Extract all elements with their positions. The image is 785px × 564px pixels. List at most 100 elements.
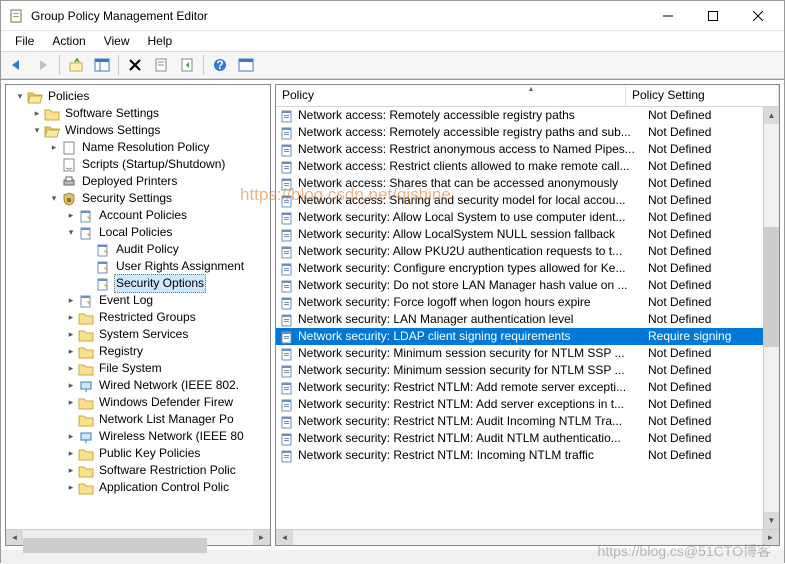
tree-item[interactable]: User Rights Assignment [6,258,270,275]
tree-item[interactable]: ▸Registry [6,343,270,360]
expand-toggle-icon[interactable]: ▸ [63,428,79,445]
tree-view[interactable]: ▾Policies▸Software Settings▾Windows Sett… [6,85,270,545]
policy-row[interactable]: Network access: Remotely accessible regi… [276,124,779,141]
expand-toggle-icon[interactable]: ▸ [63,377,79,394]
up-level-button[interactable] [64,53,88,77]
column-setting[interactable]: Policy Setting [626,85,779,106]
policy-row[interactable]: Network access: Shares that can be acces… [276,175,779,192]
policy-row[interactable]: Network security: Force logoff when logo… [276,294,779,311]
tree-item[interactable]: ▸Wireless Network (IEEE 80 [6,428,270,445]
policy-row[interactable]: Network security: Restrict NTLM: Add ser… [276,396,779,413]
tree-item[interactable]: ▾Security Settings [6,190,270,207]
scroll-right-icon[interactable]: ► [253,530,270,545]
tree-item[interactable]: ▸ Windows Defender Firew [6,394,270,411]
policy-row[interactable]: Network access: Remotely accessible regi… [276,107,779,124]
expand-toggle-icon[interactable]: ▸ [63,360,79,377]
tree-item[interactable]: ▾Local Policies [6,224,270,241]
policy-row[interactable]: Network security: Restrict NTLM: Add rem… [276,379,779,396]
show-tree-button[interactable] [90,53,114,77]
close-button[interactable] [735,1,780,30]
tree-item[interactable]: ▸System Services [6,326,270,343]
maximize-button[interactable] [690,1,735,30]
tree-h-scrollbar[interactable]: ◄ ► [6,529,270,545]
delete-button[interactable] [123,53,147,77]
menu-view[interactable]: View [96,32,138,50]
separator-icon [59,55,60,75]
forward-button[interactable] [31,53,55,77]
tree-item[interactable]: Audit Policy [6,241,270,258]
menu-help[interactable]: Help [140,32,181,50]
tree-item[interactable]: ▸Restricted Groups [6,309,270,326]
expand-toggle-icon[interactable]: ▸ [63,326,79,343]
tree-item[interactable]: ▸Event Log [6,292,270,309]
tree-item[interactable]: ▸Public Key Policies [6,445,270,462]
minimize-button[interactable] [645,1,690,30]
policy-row[interactable]: Network access: Restrict anonymous acces… [276,141,779,158]
expand-toggle-icon[interactable]: ▸ [63,292,79,309]
policy-row[interactable]: Network security: Minimum session securi… [276,345,779,362]
policy-row[interactable]: Network security: LAN Manager authentica… [276,311,779,328]
policy-row[interactable]: Network security: Restrict NTLM: Incomin… [276,447,779,464]
policy-row[interactable]: Network security: Allow PKU2U authentica… [276,243,779,260]
help-button[interactable]: ? [208,53,232,77]
policy-name: Network security: Minimum session securi… [298,362,642,379]
scroll-down-icon[interactable]: ▼ [764,512,779,529]
menu-file[interactable]: File [7,32,42,50]
expand-toggle-icon[interactable]: ▾ [29,122,45,139]
expand-toggle-icon[interactable]: ▾ [46,190,62,207]
doc-icon [61,140,77,156]
list-v-scrollbar[interactable]: ▲ ▼ [763,107,779,529]
policy-row[interactable]: Network security: Restrict NTLM: Audit I… [276,413,779,430]
expand-toggle-icon[interactable]: ▸ [63,462,79,479]
properties-button[interactable] [149,53,173,77]
scroll-right-icon[interactable]: ► [762,530,779,545]
expand-toggle-icon[interactable]: ▸ [63,309,79,326]
policy-row[interactable]: Network security: Restrict NTLM: Audit N… [276,430,779,447]
tree-item[interactable]: ▸Name Resolution Policy [6,139,270,156]
list-h-scrollbar[interactable]: ◄ ► [276,529,779,545]
expand-toggle-icon[interactable]: ▸ [63,445,79,462]
scroll-thumb[interactable] [764,227,779,347]
back-button[interactable] [5,53,29,77]
expand-toggle-icon[interactable]: ▸ [63,207,79,224]
filter-button[interactable] [234,53,258,77]
tree-item[interactable]: ▸Software Settings [6,105,270,122]
menu-action[interactable]: Action [44,32,93,50]
tree-item[interactable]: Deployed Printers [6,173,270,190]
policy-row[interactable]: Network security: Configure encryption t… [276,260,779,277]
expand-toggle-icon[interactable]: ▸ [29,105,45,122]
policy-row[interactable]: Network security: Do not store LAN Manag… [276,277,779,294]
scroll-thumb[interactable] [23,538,207,553]
tree-label: Windows Defender Firew [97,394,235,411]
policy-row[interactable]: Network access: Restrict clients allowed… [276,158,779,175]
list-view[interactable]: Network access: Remotely accessible regi… [276,107,779,545]
scroll-left-icon[interactable]: ◄ [6,530,23,545]
policy-row[interactable]: Network security: Allow Local System to … [276,209,779,226]
tree-item[interactable]: ▸Account Policies [6,207,270,224]
export-button[interactable] [175,53,199,77]
tree-item[interactable]: ▾Policies [6,88,270,105]
expand-toggle-icon[interactable]: ▸ [46,139,62,156]
tree-item[interactable]: ▸File System [6,360,270,377]
tree-item[interactable]: Network List Manager Po [6,411,270,428]
policy-row[interactable]: Network access: Sharing and security mod… [276,192,779,209]
expand-toggle-icon[interactable]: ▸ [63,394,79,411]
policy-row[interactable]: Network security: Allow LocalSystem NULL… [276,226,779,243]
tree-item[interactable]: ▸Software Restriction Polic [6,462,270,479]
tree-item[interactable]: Scripts (Startup/Shutdown) [6,156,270,173]
policy-setting: Not Defined [642,192,779,209]
tree-item[interactable]: ▸Application Control Polic [6,479,270,496]
tree-item[interactable]: ▸Wired Network (IEEE 802. [6,377,270,394]
tree-item[interactable]: Security Options [6,275,270,292]
column-policy[interactable]: Policy [276,85,626,106]
policy-item-icon [279,193,295,209]
expand-toggle-icon[interactable]: ▾ [63,224,79,241]
policy-row[interactable]: Network security: Minimum session securi… [276,362,779,379]
tree-item[interactable]: ▾Windows Settings [6,122,270,139]
expand-toggle-icon[interactable]: ▾ [12,88,28,105]
expand-toggle-icon[interactable]: ▸ [63,343,79,360]
scroll-up-icon[interactable]: ▲ [764,107,779,124]
policy-row[interactable]: Network security: LDAP client signing re… [276,328,779,345]
expand-toggle-icon[interactable]: ▸ [63,479,79,496]
scroll-left-icon[interactable]: ◄ [276,530,293,545]
